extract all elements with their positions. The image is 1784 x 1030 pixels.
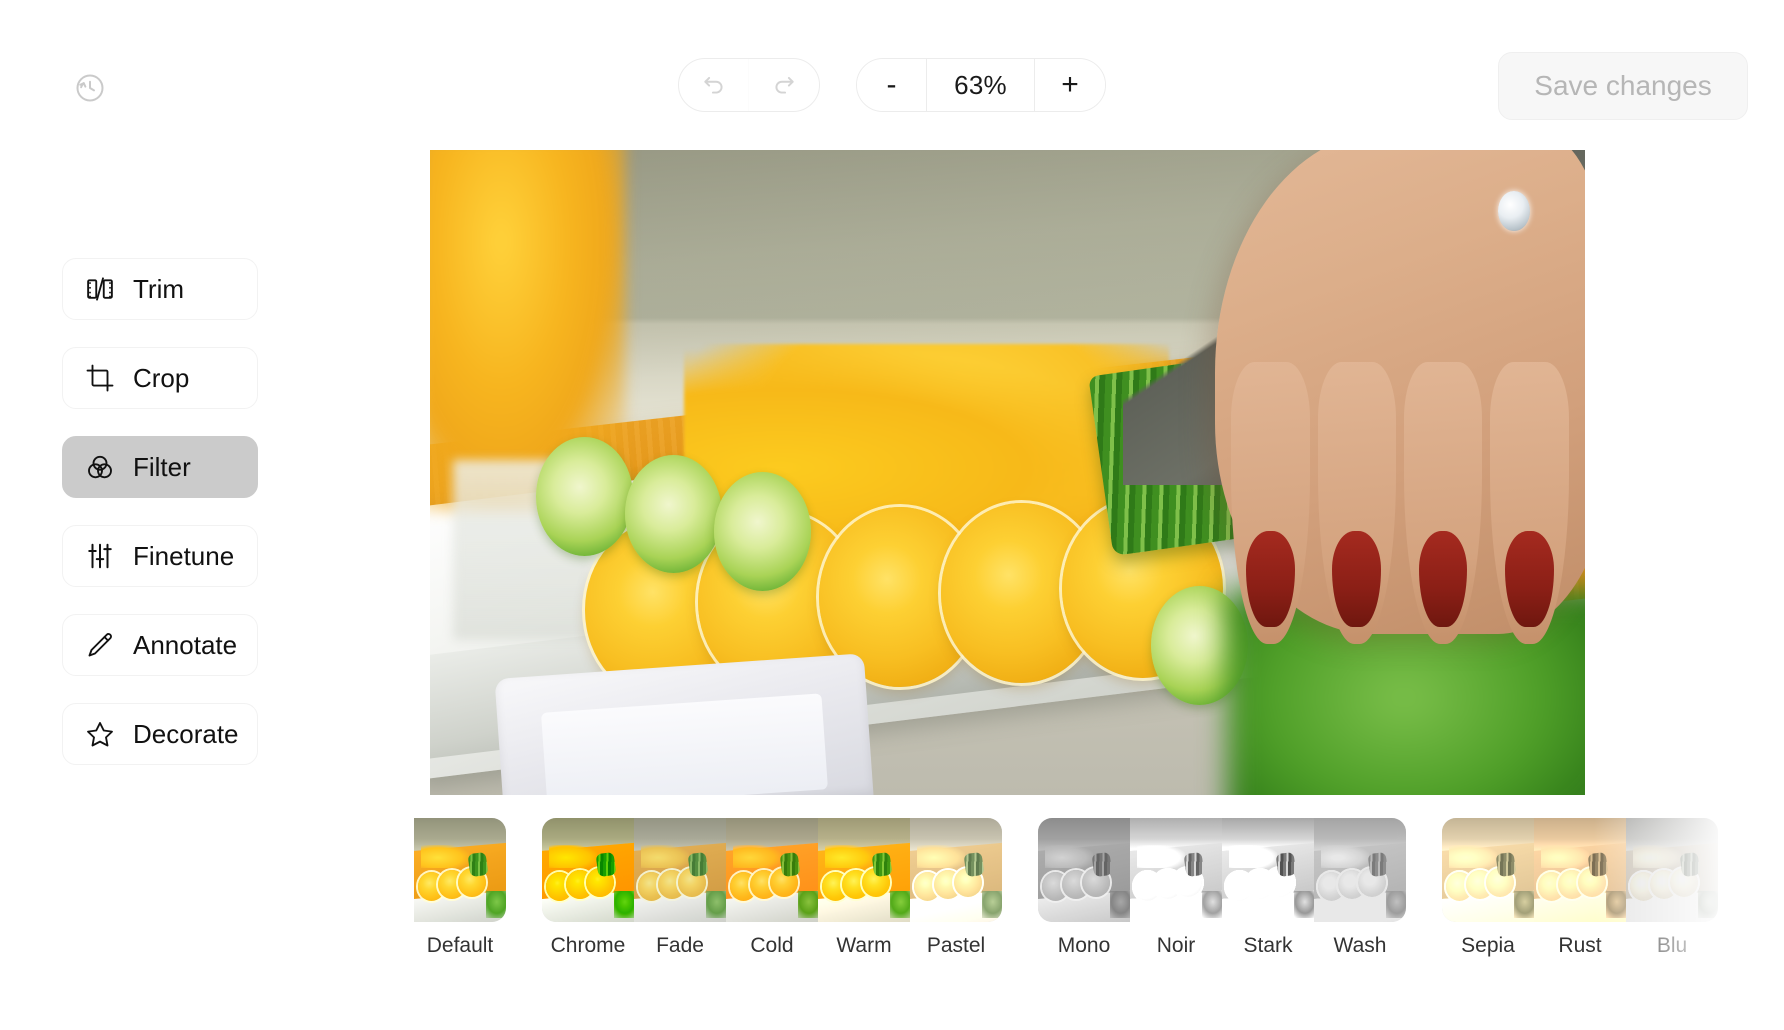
filter-item-default[interactable]: Default (414, 818, 506, 958)
filter-label: Warm (836, 934, 892, 957)
sidebar-item-finetune[interactable]: Finetune (62, 525, 258, 587)
filter-group-warmtone: Sepia Rust Blu (1442, 818, 1718, 958)
filter-thumbnail (414, 818, 506, 922)
filter-thumbnail (1130, 818, 1222, 922)
filter-item-pastel[interactable]: Pastel (910, 818, 1002, 958)
filter-thumbnail (1038, 818, 1130, 922)
image-canvas[interactable] (430, 150, 1585, 795)
image-editor-app: - 63% + Save changes Trim Crop Filter Fi… (0, 0, 1784, 1030)
sliders-icon (85, 541, 115, 571)
filter-item-rust[interactable]: Rust (1534, 818, 1626, 958)
zoom-out-button[interactable]: - (857, 59, 927, 111)
filter-item-stark[interactable]: Stark (1222, 818, 1314, 958)
filter-label: Cold (750, 934, 794, 957)
zoom-controls: - 63% + (856, 58, 1106, 112)
filter-carousel[interactable]: Default Chrome Fade Cold Warm Pastel Mon… (0, 818, 1784, 958)
star-icon (85, 719, 115, 749)
sidebar-item-label: Annotate (133, 630, 238, 660)
sidebar-item-annotate[interactable]: Annotate (62, 614, 258, 676)
sidebar-item-filter[interactable]: Filter (62, 436, 258, 498)
filter-item-fade[interactable]: Fade (634, 818, 726, 958)
filter-label: Sepia (1461, 934, 1515, 957)
filter-track: Default Chrome Fade Cold Warm Pastel Mon… (414, 818, 1718, 958)
filter-item-warm[interactable]: Warm (818, 818, 910, 958)
filter-item-blu[interactable]: Blu (1626, 818, 1718, 958)
redo-arrow-icon[interactable] (749, 59, 819, 111)
zoom-level-value: 63% (927, 59, 1035, 111)
filter-thumbnail (1626, 818, 1718, 922)
sidebar-item-decorate[interactable]: Decorate (62, 703, 258, 765)
filter-thumbnail (910, 818, 1002, 922)
save-changes-button[interactable]: Save changes (1498, 52, 1748, 120)
filter-label: Mono (1057, 934, 1111, 957)
filter-label: Default (426, 934, 494, 957)
sidebar-item-label: Trim (133, 274, 185, 304)
filter-thumbnail (634, 818, 726, 922)
sidebar-item-trim[interactable]: Trim (62, 258, 258, 320)
sidebar-item-label: Crop (133, 363, 190, 393)
filter-item-wash[interactable]: Wash (1314, 818, 1406, 958)
filter-label: Noir (1156, 934, 1196, 957)
sidebar-item-crop[interactable]: Crop (62, 347, 258, 409)
filter-item-sepia[interactable]: Sepia (1442, 818, 1534, 958)
filter-item-mono[interactable]: Mono (1038, 818, 1130, 958)
filter-item-chrome[interactable]: Chrome (542, 818, 634, 958)
filter-item-noir[interactable]: Noir (1130, 818, 1222, 958)
filter-thumbnail (1222, 818, 1314, 922)
sidebar-item-label: Decorate (133, 719, 239, 749)
filter-thumbnail (818, 818, 910, 922)
filter-label: Chrome (550, 934, 626, 957)
filter-item-cold[interactable]: Cold (726, 818, 818, 958)
pencil-icon (85, 630, 115, 660)
sidebar-item-label: Finetune (133, 541, 235, 571)
undo-redo-group (678, 58, 820, 112)
filter-group-monochrome: Mono Noir Stark Wash (1038, 818, 1406, 958)
filter-group-color: Chrome Fade Cold Warm Pastel (542, 818, 1002, 958)
filter-label: Fade (656, 934, 704, 957)
zoom-in-button[interactable]: + (1035, 59, 1105, 111)
filter-thumbnail (1534, 818, 1626, 922)
filter-circles-icon (85, 452, 115, 482)
toolbar: - 63% + Save changes (0, 0, 1784, 140)
film-trim-icon (85, 274, 115, 304)
filter-thumbnail (1314, 818, 1406, 922)
filter-label: Blu (1656, 934, 1688, 957)
sidebar-item-label: Filter (133, 452, 191, 482)
undo-arrow-icon[interactable] (679, 59, 749, 111)
filter-thumbnail (542, 818, 634, 922)
filter-thumbnail (1442, 818, 1534, 922)
filter-group-original: Default (414, 818, 506, 958)
filter-label: Rust (1558, 934, 1602, 957)
filter-label: Stark (1243, 934, 1293, 957)
crop-icon (85, 363, 115, 393)
filter-label: Wash (1333, 934, 1387, 957)
filter-label: Pastel (926, 934, 986, 957)
tool-sidebar: Trim Crop Filter Finetune Annotate Decor… (62, 258, 258, 792)
edited-photo (430, 150, 1585, 795)
filter-thumbnail (726, 818, 818, 922)
